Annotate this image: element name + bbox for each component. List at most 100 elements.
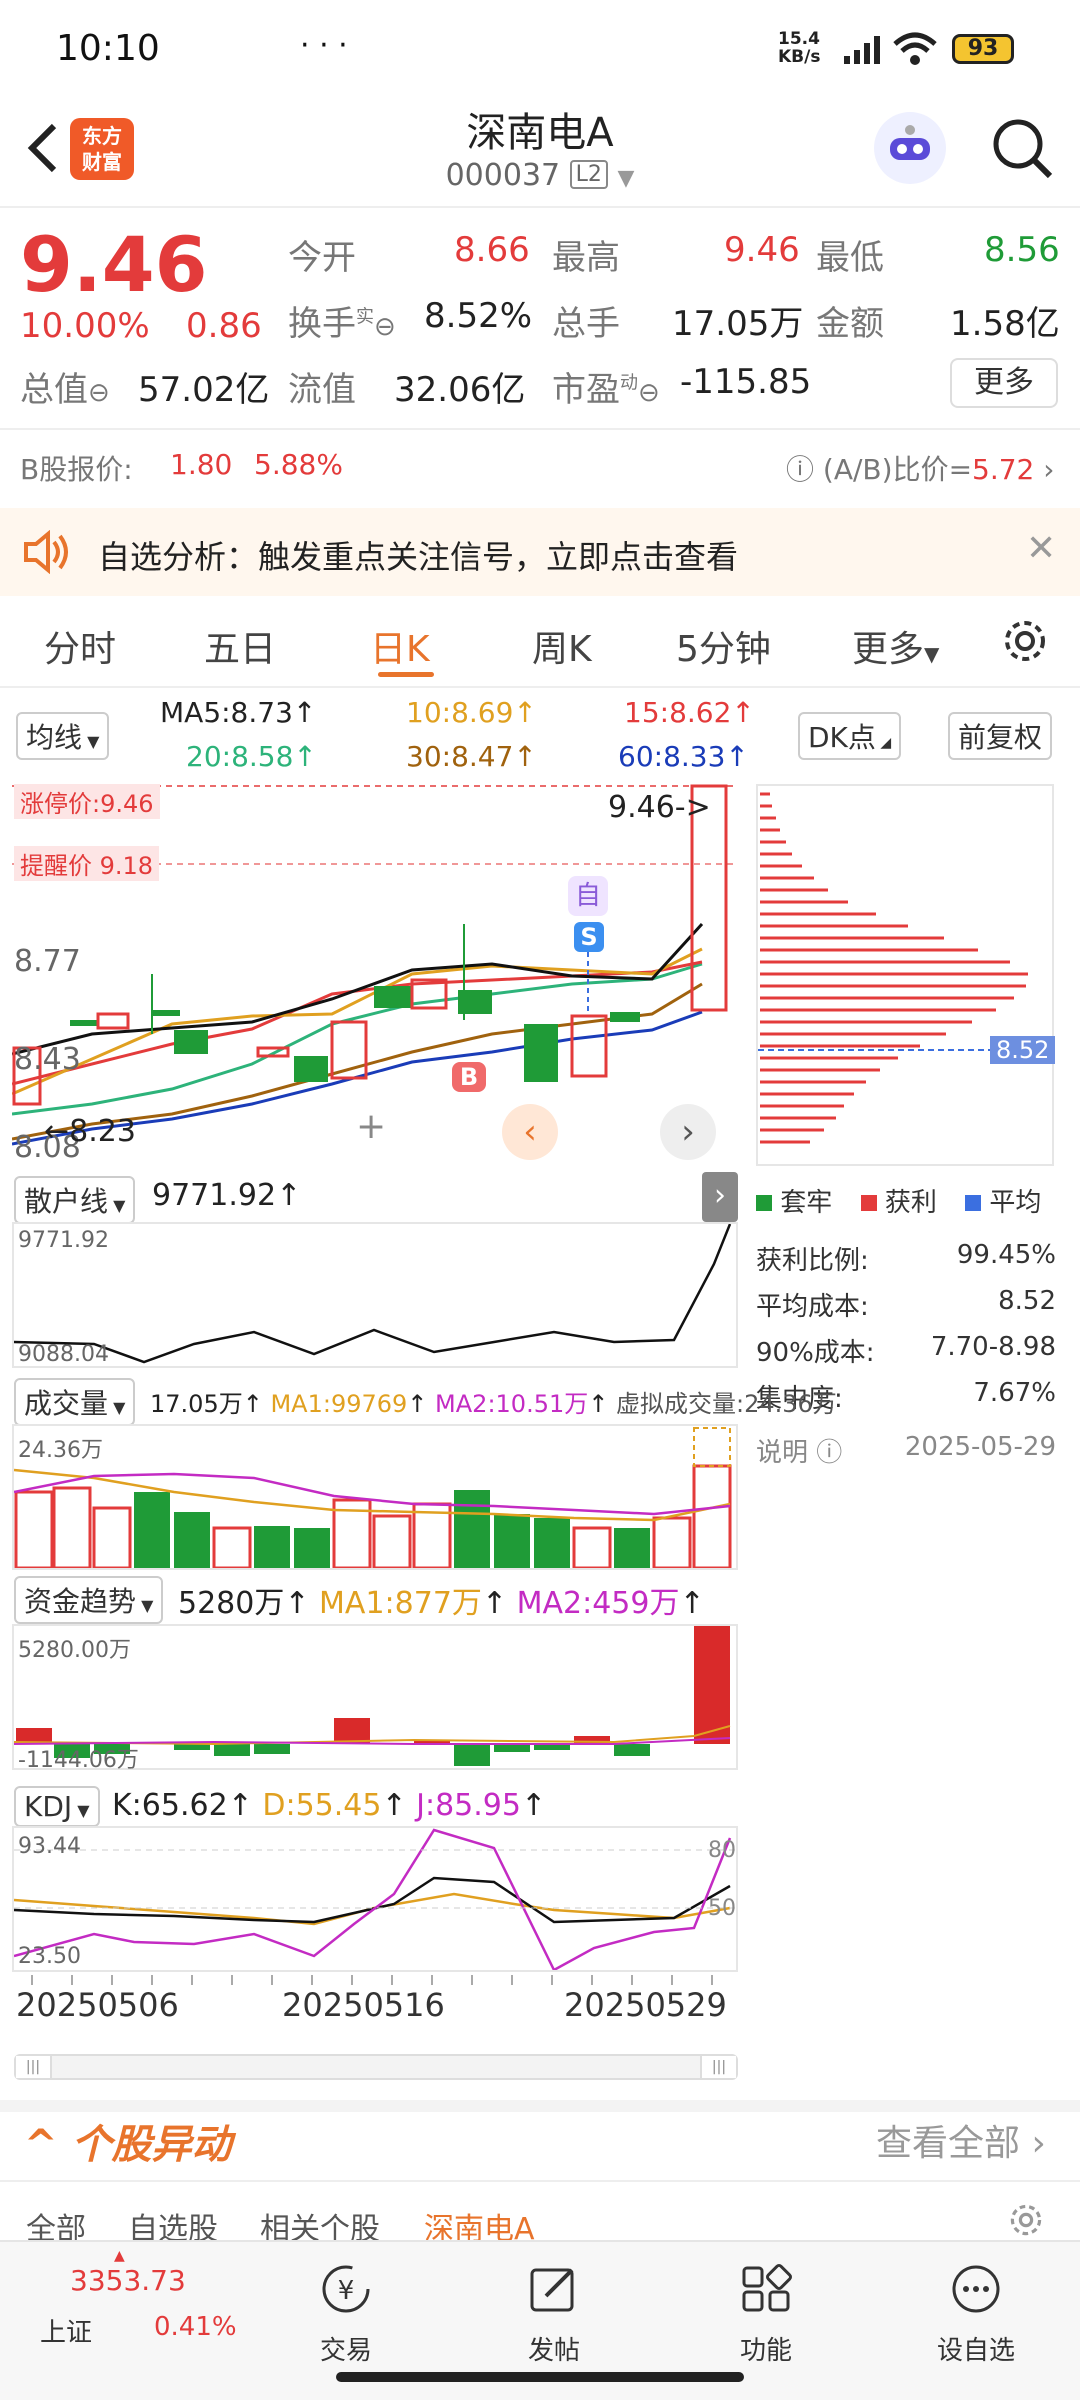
speaker-icon bbox=[22, 529, 70, 578]
low-price-value: 8.23 bbox=[69, 1114, 136, 1149]
home-indicator[interactable] bbox=[336, 2372, 744, 2382]
add-watchlist-icon[interactable] bbox=[916, 2262, 1036, 2327]
caret-down-icon: ▼ bbox=[136, 1596, 154, 1615]
kdj-chart[interactable]: 93.44 23.50 80 50 bbox=[12, 1826, 738, 1972]
fund-selector[interactable]: 资金趋势 ▼ bbox=[14, 1576, 164, 1624]
adjust-button[interactable]: 前复权 bbox=[948, 712, 1053, 760]
ab-ratio-label: (A/B)比价= bbox=[822, 453, 973, 486]
stat-label: 90%成本: bbox=[756, 1338, 875, 1368]
fund-bottom: -1144.06万 bbox=[18, 1748, 139, 1773]
kdj-selector[interactable]: KDJ ▼ bbox=[14, 1786, 100, 1827]
status-time: 10:10 bbox=[56, 28, 160, 69]
chip-svg bbox=[758, 792, 1052, 1144]
amount-label: 金额 bbox=[816, 304, 884, 344]
bshare-label: B股报价: bbox=[20, 453, 133, 486]
ma15-value: 15:8.62↑ bbox=[624, 696, 755, 729]
profit-legend-icon bbox=[860, 1195, 877, 1211]
abnormal-title[interactable]: ^ 个股异动 bbox=[24, 2112, 231, 2170]
fund-chart[interactable]: 5280.00万 -1144.06万 bbox=[12, 1624, 738, 1773]
turnover-label[interactable]: 换手实⊖ bbox=[288, 296, 396, 345]
chip-stat-row: 90%成本: 7.70-8.98 bbox=[756, 1332, 1056, 1369]
volume-selector[interactable]: 成交量 ▼ bbox=[14, 1378, 136, 1426]
volume-ma2: MA2:10.51万 bbox=[435, 1390, 589, 1418]
range-scrollbar[interactable]: ||| ||| bbox=[14, 2054, 738, 2080]
scroll-handle-right[interactable]: ||| bbox=[700, 2056, 736, 2078]
chip-stat-row: 获利比例: 99.45% bbox=[756, 1240, 1056, 1277]
retail-value: 9771.92↑ bbox=[152, 1178, 302, 1213]
index-name: 上证 bbox=[40, 2318, 93, 2348]
ma-selector[interactable]: 均线 ▼ bbox=[16, 712, 110, 760]
bshare-price: 1.80 bbox=[170, 448, 233, 481]
tab-more[interactable]: 更多▼ bbox=[852, 620, 939, 672]
tab-more-label: 更多 bbox=[852, 629, 925, 670]
view-all-link[interactable]: 查看全部 › bbox=[876, 2114, 1046, 2166]
retail-chart[interactable]: 9771.92 9088.04 bbox=[12, 1222, 738, 1368]
mktcap-label[interactable]: 总值⊖ bbox=[20, 362, 110, 411]
search-icon[interactable] bbox=[990, 116, 1054, 184]
stat-value: 8.52 bbox=[998, 1286, 1056, 1316]
section-divider bbox=[0, 2100, 1080, 2112]
chevron-right-icon[interactable]: › bbox=[660, 1104, 716, 1160]
crosshair-icon[interactable]: + bbox=[356, 1106, 386, 1147]
chip-stat-row: 平均成本: 8.52 bbox=[756, 1286, 1056, 1323]
fund-header: 5280万↑ MA1:877万↑ MA2:459万↑ bbox=[178, 1586, 705, 1621]
caret-down-icon: ▼ bbox=[108, 1398, 126, 1417]
fund-top: 5280.00万 bbox=[18, 1638, 131, 1663]
ma60-text: 60:8.33 bbox=[618, 740, 726, 773]
nav-trade[interactable]: 交易 bbox=[286, 2330, 406, 2367]
signal-icon bbox=[842, 34, 882, 70]
more-button[interactable]: 更多 bbox=[950, 358, 1058, 408]
trapped-legend-icon bbox=[756, 1195, 772, 1211]
index-value[interactable]: 3353.73 bbox=[70, 2264, 186, 2297]
retail-selector[interactable]: 散户线 ▼ bbox=[14, 1176, 136, 1224]
volume-header: 17.05万↑ MA1:99769↑ MA2:10.51万↑ 虚拟成交量:24.… bbox=[150, 1390, 837, 1418]
close-icon[interactable]: ✕ bbox=[1026, 528, 1056, 569]
self-select-marker: 自 bbox=[568, 876, 608, 916]
fund-ma2: MA2:459万 bbox=[516, 1586, 680, 1621]
chevron-left-icon[interactable]: ‹ bbox=[502, 1104, 558, 1160]
open-value: 8.66 bbox=[454, 230, 530, 270]
low-value: 8.56 bbox=[984, 230, 1060, 270]
chip-date: 2025-05-29 bbox=[904, 1432, 1056, 1462]
ma30-value: 30:8.47↑ bbox=[406, 740, 537, 773]
nav-functions[interactable]: 功能 bbox=[706, 2330, 826, 2367]
volume-chart[interactable]: 24.36万 bbox=[12, 1424, 738, 1570]
kdj-header: K:65.62↑ D:55.45↑ J:85.95↑ bbox=[112, 1788, 547, 1823]
ma10-value: 10:8.69↑ bbox=[406, 696, 537, 729]
info-icon: ⊖ bbox=[374, 312, 396, 342]
nav-set-watchlist[interactable]: 设自选 bbox=[916, 2330, 1036, 2367]
y-axis-low: 8.43 bbox=[14, 1042, 81, 1077]
chip-note[interactable]: 说明 ⓘ 2025-05-29 bbox=[756, 1432, 1056, 1469]
tab-5min[interactable]: 5分钟 bbox=[676, 620, 771, 672]
nav-post[interactable]: 发帖 bbox=[494, 2330, 614, 2367]
fund-value: 5280万 bbox=[178, 1586, 285, 1621]
pe-value: -115.85 bbox=[680, 362, 812, 402]
trade-icon[interactable]: ¥ bbox=[286, 2262, 406, 2327]
tab-weekly-k[interactable]: 周K bbox=[532, 620, 592, 672]
robot-avatar-icon[interactable] bbox=[874, 112, 946, 184]
dk-point-button[interactable]: DK点 ◢ bbox=[798, 712, 902, 760]
volume-label: 总手 bbox=[552, 304, 620, 344]
tab-daily-k[interactable]: 日K bbox=[370, 620, 430, 672]
notice-text: 自选分析：触发重点关注信号，立即点击查看 bbox=[98, 538, 739, 576]
stat-value: 7.70-8.98 bbox=[930, 1332, 1056, 1362]
kdj-d: D:55.45 bbox=[262, 1788, 382, 1823]
fund-ma1: MA1:877万 bbox=[319, 1586, 482, 1621]
ab-ratio[interactable]: ⓘ (A/B)比价=5.72 › bbox=[786, 448, 1054, 488]
tabs-divider bbox=[0, 686, 1080, 688]
quote-divider bbox=[0, 428, 1080, 430]
tab-5day[interactable]: 五日 bbox=[204, 620, 276, 672]
expand-chip-button[interactable]: › bbox=[702, 1172, 738, 1222]
notice-banner[interactable]: 自选分析：触发重点关注信号，立即点击查看 ✕ bbox=[0, 508, 1080, 596]
gear-icon[interactable] bbox=[1000, 616, 1050, 670]
post-icon[interactable] bbox=[494, 2262, 614, 2327]
tab-fenshi[interactable]: 分时 bbox=[44, 620, 116, 672]
pe-label[interactable]: 市盈动⊖ bbox=[552, 362, 660, 411]
filter-settings-icon[interactable] bbox=[1006, 2200, 1046, 2244]
kline-chart[interactable]: 涨停价:9.46 提醒价 9.18 8.77 8.43 8.08 9.46-> … bbox=[11, 784, 738, 1166]
functions-icon[interactable] bbox=[706, 2262, 826, 2327]
bshare-pct: 5.88% bbox=[254, 448, 343, 481]
scroll-handle-left[interactable]: ||| bbox=[16, 2056, 52, 2078]
status-bar: 10:10 · · · 15.4 KB/s 93 bbox=[0, 0, 1080, 96]
ma5-value: MA5:8.73↑ bbox=[160, 696, 317, 729]
